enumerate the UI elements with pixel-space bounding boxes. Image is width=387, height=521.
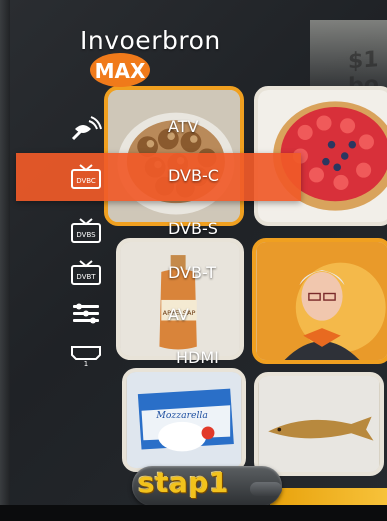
tile-woman [252, 238, 387, 364]
woman-presenter-image [256, 242, 387, 360]
step-indicator-knob [250, 482, 282, 496]
sidebar-item-dvbs-icon[interactable]: DVBS [66, 216, 106, 246]
menu-item-dvbc[interactable]: DVB-C [168, 166, 219, 185]
tv-dvbs-icon: DVBS [71, 218, 101, 243]
logo-text: MAX [95, 59, 146, 83]
max-logo: MAX [90, 53, 150, 87]
step-label: stap1 [138, 466, 229, 499]
av-connector-icon [73, 303, 99, 324]
sidebar-item-atv-icon[interactable] [66, 114, 106, 144]
menu-item-atv[interactable]: ATV [168, 117, 198, 136]
menu-highlight [16, 153, 301, 201]
tile-fish [254, 372, 384, 476]
tile-mozzarella: Mozzarella [122, 368, 246, 472]
dvbc-icon-text: DVBC [76, 177, 96, 185]
menu-item-hdmi[interactable]: HDMI [176, 348, 219, 367]
sidebar-item-dvbt-icon[interactable]: DVBT [66, 258, 106, 288]
menu-item-av[interactable]: AV [168, 305, 189, 324]
mozzarella-image: Mozzarella [126, 372, 242, 468]
satellite-dish-icon [71, 116, 102, 141]
menu-item-dvbt[interactable]: DVB-T [168, 263, 216, 282]
hdmi-port-icon: 1 [71, 346, 101, 367]
tv-bezel-bottom [0, 505, 387, 521]
hdmi-icon-text: 1 [84, 360, 88, 367]
tile-juice: APPELSAP [116, 238, 244, 360]
dvbt-icon-text: DVBT [76, 273, 96, 281]
dvbs-icon-text: DVBS [76, 231, 96, 239]
sidebar-item-av-icon[interactable] [66, 298, 106, 328]
juice-bottle-image: APPELSAP [120, 242, 240, 356]
sidebar-item-hdmi-icon[interactable]: 1 [66, 338, 106, 368]
smoked-fish-image [259, 376, 379, 472]
mozzarella-label: Mozzarella [155, 410, 207, 421]
menu-item-dvbs[interactable]: DVB-S [168, 219, 218, 238]
tv-dvbt-icon: DVBT [71, 260, 101, 285]
tv-dvbc-icon: DVBC [71, 164, 101, 189]
sidebar-item-dvbc-icon[interactable]: DVBC [66, 162, 106, 192]
